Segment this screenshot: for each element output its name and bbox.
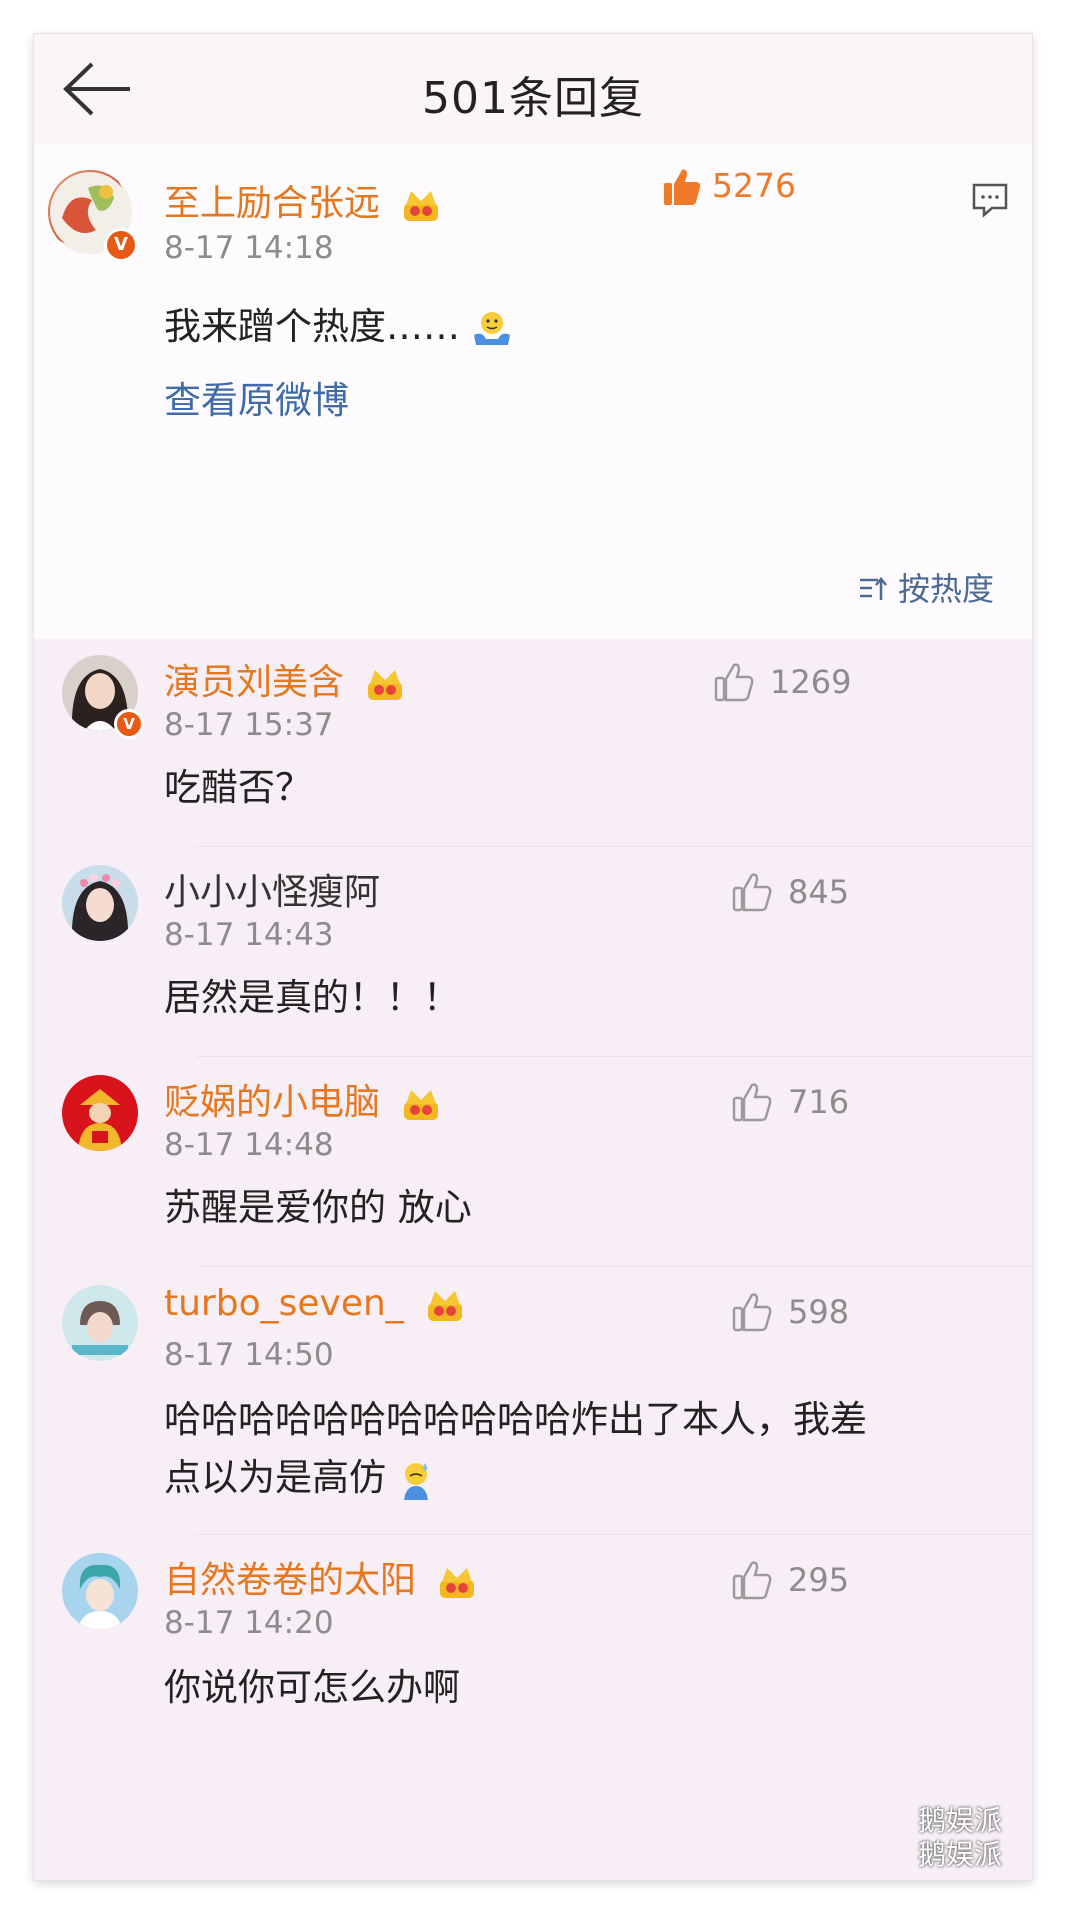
- crown-icon: [404, 191, 439, 221]
- thumbs-up-icon: [732, 1293, 772, 1332]
- thumbs-up-icon: [732, 1561, 772, 1600]
- divider: [196, 846, 1032, 847]
- thumbs-up-icon: [732, 1083, 772, 1122]
- divider: [196, 1056, 1032, 1057]
- app-frame: 501条回复 V 至上励合张远 8-17 14:18 5276 我来蹭个热度………: [34, 34, 1032, 1880]
- list-item: 贬娲的小电脑 8-17 14:48 苏醒是爱你的 放心 716: [34, 1059, 1032, 1269]
- page-title: 501条回复: [422, 73, 644, 124]
- comment-text: 我来蹭个热度……: [164, 296, 512, 350]
- verified-badge: V: [114, 709, 144, 739]
- comment-text: 苏醒是爱你的 放心: [164, 1186, 472, 1229]
- avatar[interactable]: [62, 865, 138, 941]
- timestamp: 8-17 14:20: [164, 1605, 334, 1641]
- list-item: V 演员刘美含 8-17 15:37 吃醋否？ 1269: [34, 639, 1032, 849]
- comment-text-line: 点以为是高仿: [164, 1447, 434, 1501]
- sort-by-hot-button[interactable]: 按热度: [858, 564, 994, 610]
- comment-bubble-icon: [972, 183, 1008, 218]
- comment-text: 你说你可怎么办啊: [164, 1666, 460, 1709]
- username[interactable]: 至上励合张远: [164, 174, 441, 226]
- like-button[interactable]: 5276: [662, 166, 802, 216]
- avatar-photo-icon: [62, 1285, 138, 1361]
- username[interactable]: 自然卷卷的太阳: [164, 1551, 477, 1603]
- username[interactable]: turbo_seven_: [164, 1283, 465, 1324]
- timestamp: 8-17 14:43: [164, 917, 334, 953]
- crown-icon: [368, 670, 403, 700]
- view-original-link[interactable]: 查看原微博: [164, 370, 349, 424]
- like-button[interactable]: 295: [732, 1559, 852, 1609]
- reply-button[interactable]: [970, 180, 1010, 220]
- thumbs-up-icon: [714, 663, 754, 702]
- like-count: 1269: [770, 663, 852, 701]
- username[interactable]: 贬娲的小电脑: [164, 1073, 441, 1125]
- avatar[interactable]: [62, 1075, 138, 1151]
- like-button[interactable]: 716: [732, 1081, 852, 1131]
- crown-icon: [404, 1090, 439, 1120]
- sort-icon: [859, 577, 887, 600]
- like-count: 598: [788, 1293, 850, 1331]
- like-count: 845: [788, 873, 850, 911]
- comment-text-line: 哈哈哈哈哈哈哈哈哈哈哈炸出了本人，我差: [164, 1398, 867, 1441]
- avatar-photo-icon: [62, 865, 138, 941]
- thumbs-up-filled-icon: [664, 169, 701, 205]
- watermark: 鹅娱派 鹅娱派: [918, 1804, 1002, 1872]
- username[interactable]: 演员刘美含: [164, 653, 405, 705]
- like-button[interactable]: 598: [732, 1291, 852, 1341]
- timestamp: 8-17 14:50: [164, 1337, 334, 1373]
- crown-icon: [440, 1568, 475, 1598]
- thumbs-up-icon: [732, 873, 772, 912]
- sweat-emoji-icon: [403, 1462, 428, 1500]
- reply-list: V 演员刘美含 8-17 15:37 吃醋否？ 1269 小小小怪瘦阿 8-17…: [34, 639, 1032, 1880]
- verified-badge: V: [104, 228, 138, 262]
- like-count: 716: [788, 1083, 850, 1121]
- watermark-line: 鹅娱派: [917, 1838, 1002, 1871]
- avatar[interactable]: [62, 1285, 138, 1361]
- original-comment: V 至上励合张远 8-17 14:18 5276 我来蹭个热度…… 查看原微博 …: [34, 144, 1032, 638]
- timestamp: 8-17 15:37: [164, 707, 334, 743]
- timestamp: 8-17 14:48: [164, 1127, 334, 1163]
- top-bar: 501条回复: [34, 34, 1032, 144]
- like-button[interactable]: 1269: [714, 661, 854, 711]
- like-count: 295: [788, 1561, 850, 1599]
- timestamp: 8-17 14:18: [164, 230, 334, 266]
- comment-text: 吃醋否？: [164, 766, 312, 809]
- avatar[interactable]: [62, 1553, 138, 1629]
- comment-text: 居然是真的！！！: [164, 976, 460, 1019]
- username[interactable]: 小小小怪瘦阿: [164, 863, 380, 915]
- watermark-line: 鹅娱派: [917, 1804, 1002, 1837]
- divider: [196, 1266, 1032, 1267]
- shrug-emoji-icon: [473, 311, 510, 345]
- crown-icon: [428, 1291, 463, 1321]
- list-item: 自然卷卷的太阳 8-17 14:20 你说你可怎么办啊 295: [34, 1537, 1032, 1777]
- list-item: 小小小怪瘦阿 8-17 14:43 居然是真的！！！ 845: [34, 849, 1032, 1059]
- like-button[interactable]: 845: [732, 871, 852, 921]
- avatar-cartoon-icon: [62, 1553, 138, 1629]
- like-count: 5276: [712, 166, 796, 205]
- list-item: turbo_seven_ 8-17 14:50 哈哈哈哈哈哈哈哈哈哈哈炸出了本人…: [34, 1269, 1032, 1537]
- divider: [196, 1534, 1032, 1535]
- avatar-god-of-wealth-icon: [62, 1075, 138, 1151]
